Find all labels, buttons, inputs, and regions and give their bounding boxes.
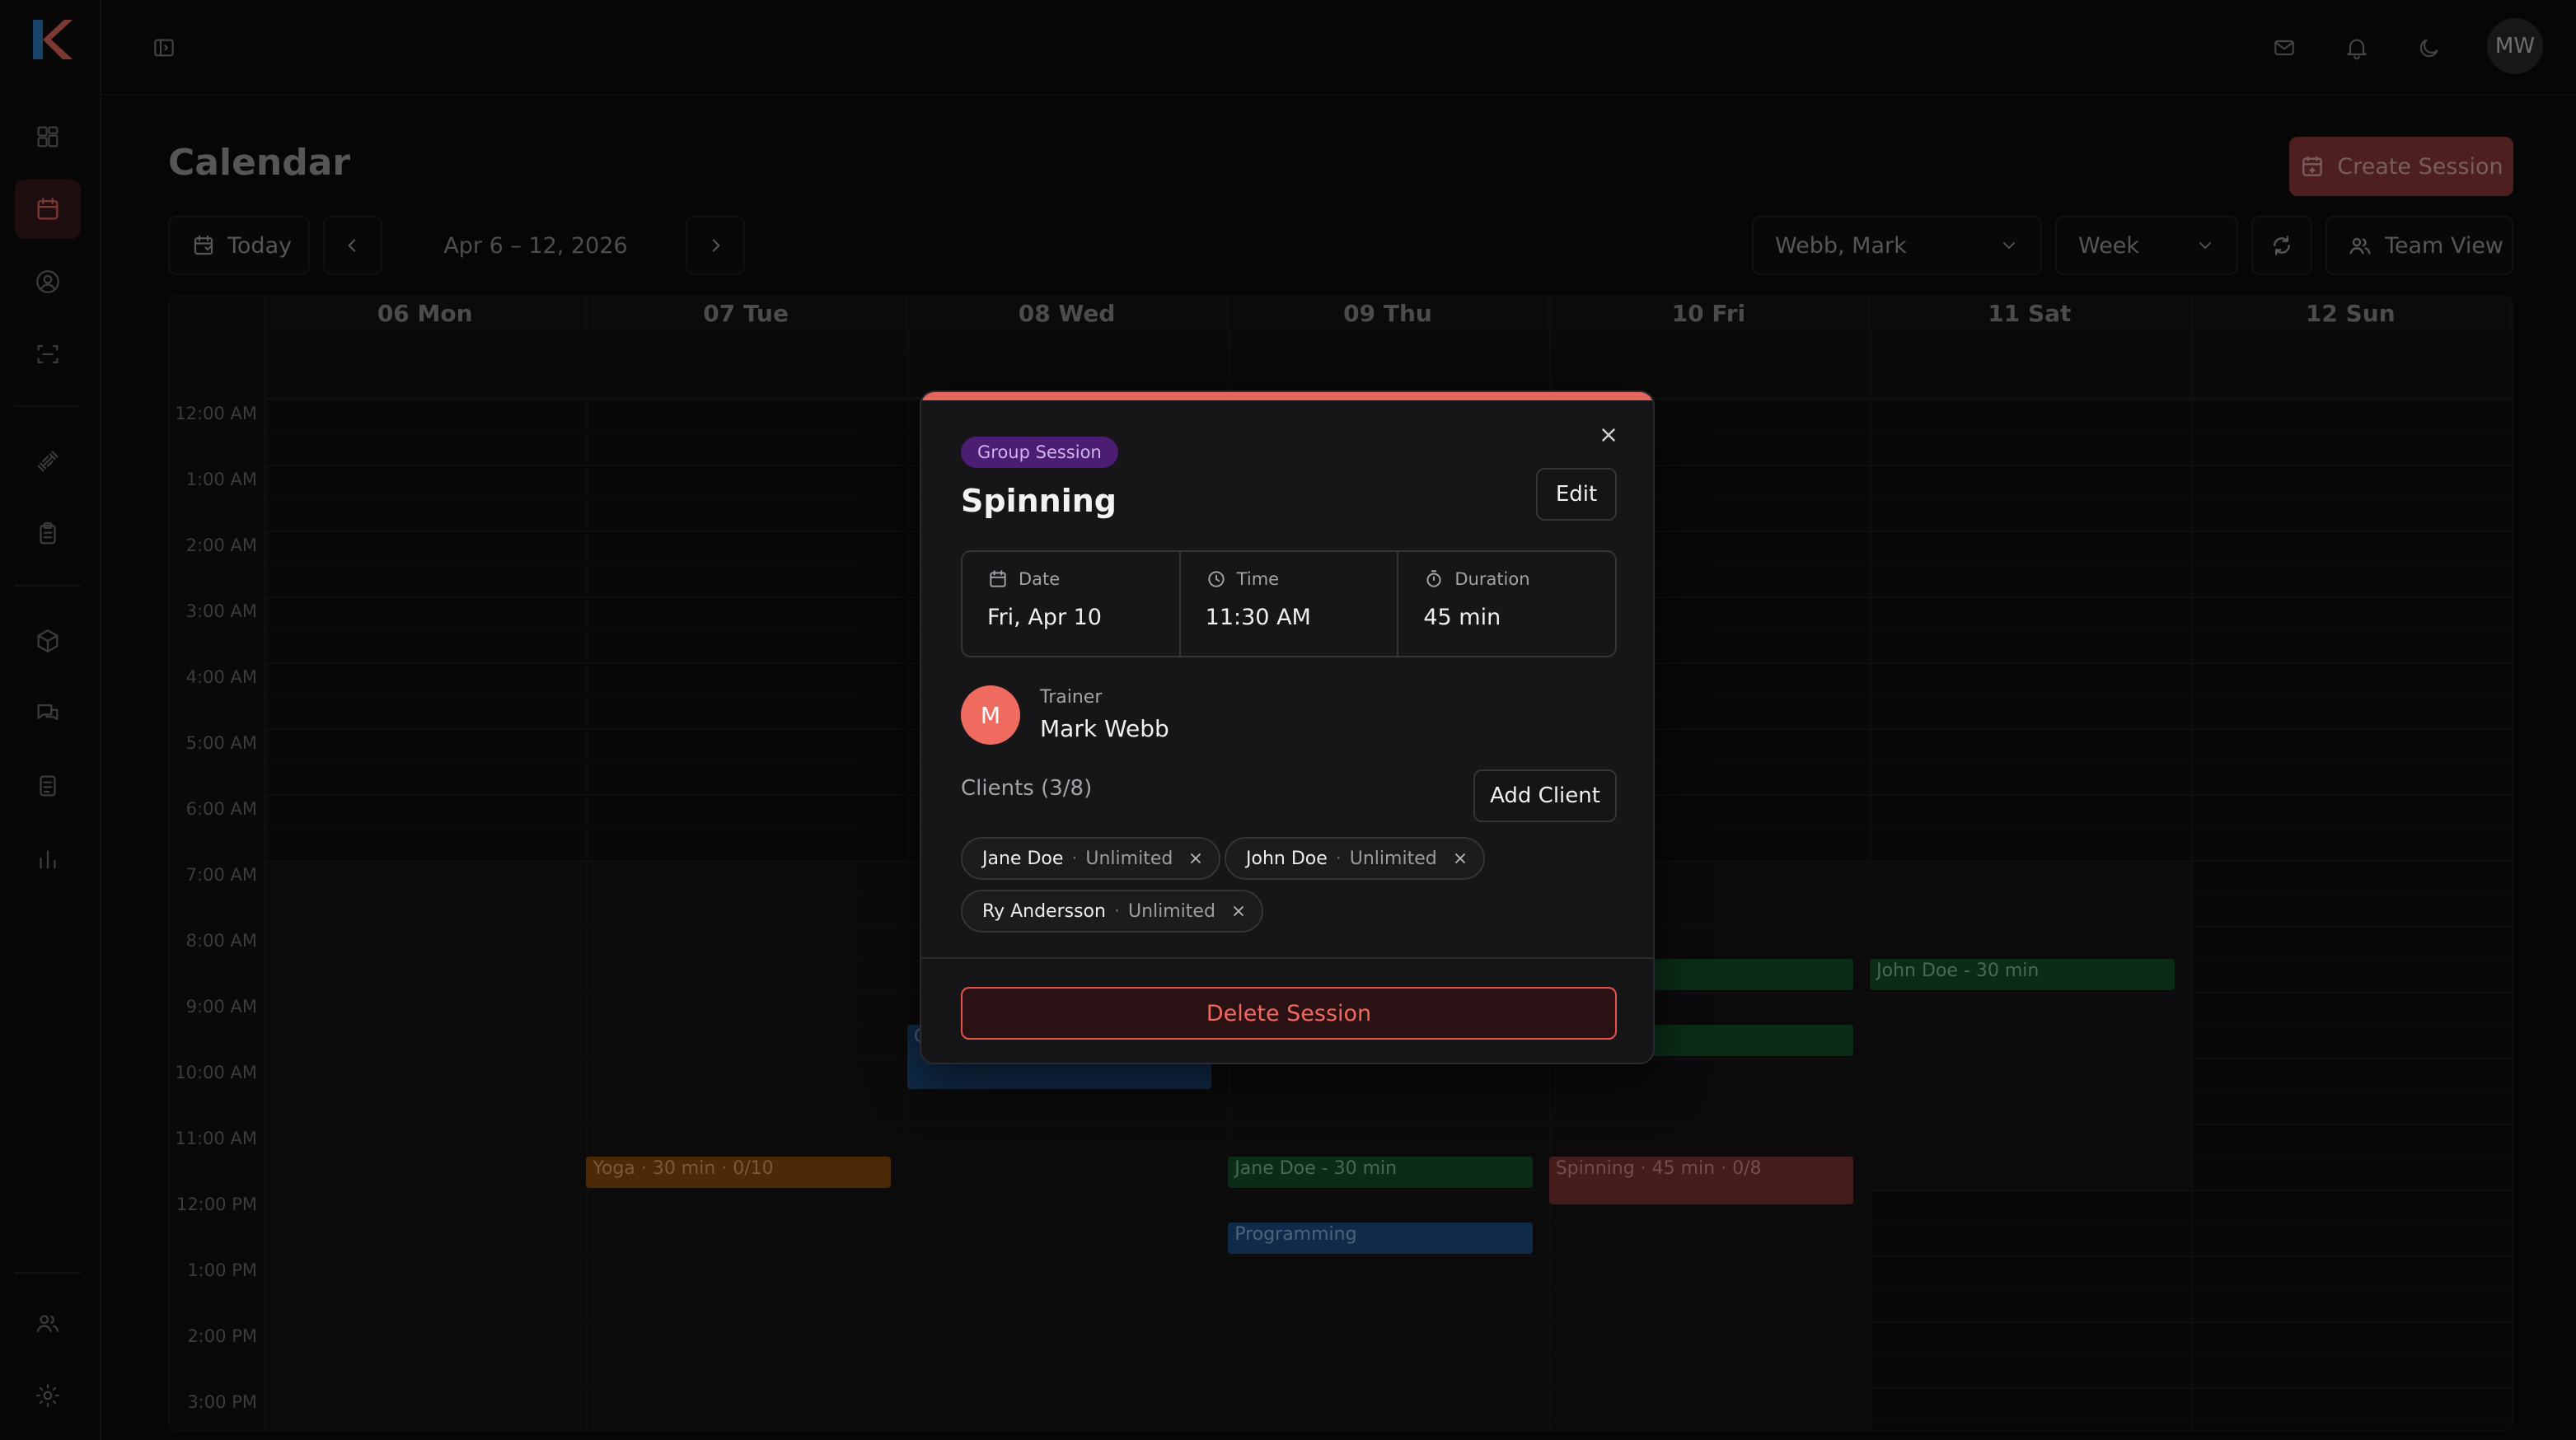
session-info-grid: Date Fri, Apr 10 Time 11:30 AM Duration …: [961, 550, 1617, 657]
time-cell: Time 11:30 AM: [1181, 552, 1399, 656]
edit-session-button[interactable]: Edit: [1536, 468, 1617, 521]
separator-dot: ·: [1113, 900, 1120, 922]
client-chip: John Doe · Unlimited: [1225, 837, 1485, 880]
clock-icon: [1208, 571, 1225, 587]
add-client-button[interactable]: Add Client: [1473, 769, 1617, 822]
remove-client-icon[interactable]: [1230, 903, 1247, 919]
session-color-bar: [921, 392, 1653, 400]
trainer-label: Trainer: [1040, 687, 1103, 708]
separator-dot: ·: [1335, 848, 1342, 869]
trainer-name: Mark Webb: [1040, 715, 1169, 742]
separator-dot: ·: [1071, 848, 1078, 869]
session-title: Spinning: [961, 483, 1117, 519]
duration-cell: Duration 45 min: [1398, 552, 1615, 656]
client-plan: Unlimited: [1349, 848, 1437, 869]
client-chip: Jane Doe · Unlimited: [961, 837, 1221, 880]
close-modal-button[interactable]: [1590, 417, 1627, 453]
date-label: Date: [1019, 569, 1061, 589]
remove-client-icon[interactable]: [1452, 850, 1468, 867]
time-value: 11:30 AM: [1205, 605, 1311, 630]
session-details-modal: Group Session Spinning Edit Date Fri, Ap…: [920, 390, 1655, 1064]
close-icon: [1602, 428, 1615, 442]
date-value: Fri, Apr 10: [987, 605, 1102, 630]
calendar-icon: [990, 570, 1006, 587]
client-name: John Doe: [1246, 848, 1328, 869]
date-cell: Date Fri, Apr 10: [962, 552, 1181, 656]
modal-divider: [921, 957, 1653, 959]
duration-value: 45 min: [1423, 605, 1501, 630]
duration-label: Duration: [1454, 569, 1530, 589]
client-name: Ry Andersson: [982, 900, 1106, 922]
client-chip: Ry Andersson · Unlimited: [961, 890, 1263, 933]
client-plan: Unlimited: [1127, 900, 1215, 922]
trainer-avatar: M: [961, 685, 1020, 745]
remove-client-icon[interactable]: [1187, 850, 1204, 867]
clients-count-label: Clients (3/8): [961, 776, 1093, 801]
client-plan: Unlimited: [1085, 848, 1173, 869]
time-label: Time: [1236, 569, 1280, 589]
timer-icon: [1426, 570, 1441, 587]
client-name: Jane Doe: [982, 848, 1064, 869]
delete-session-button[interactable]: Delete Session: [961, 987, 1617, 1040]
session-type-badge: Group Session: [961, 437, 1118, 468]
